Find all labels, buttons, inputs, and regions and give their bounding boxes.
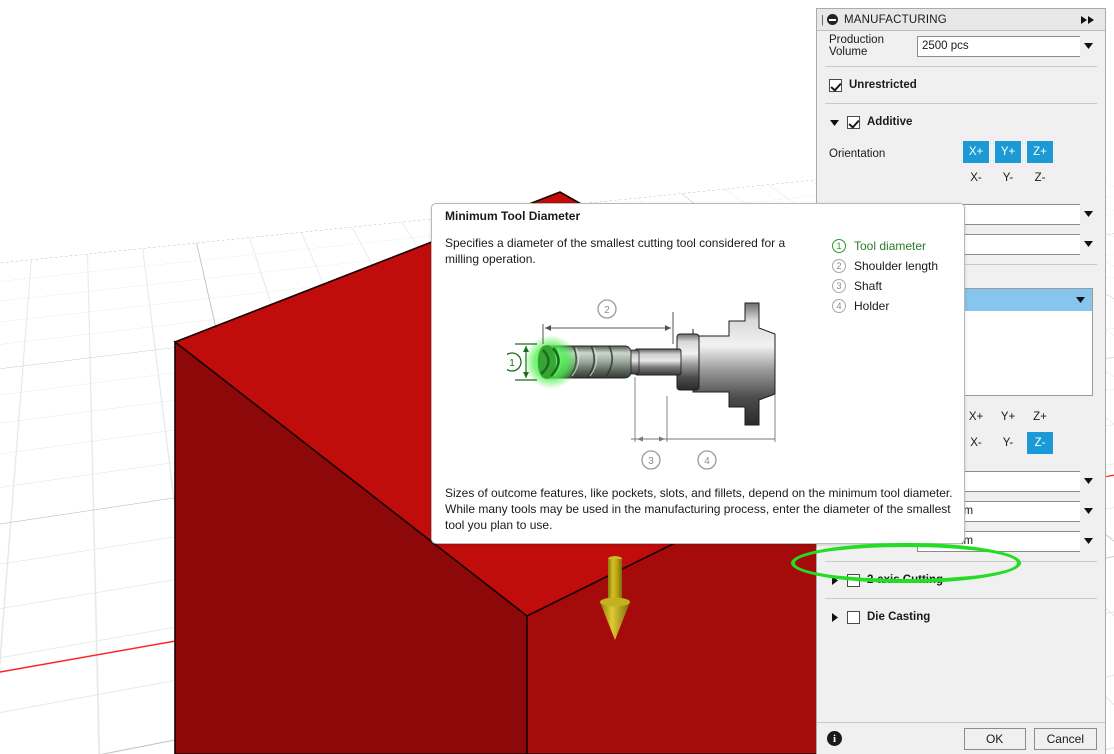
- machining-orientation-y-minus-button[interactable]: Y-: [995, 432, 1021, 454]
- machining-orientation-z-plus-button[interactable]: Z+: [1027, 406, 1053, 428]
- die-casting-checkbox[interactable]: [847, 610, 860, 624]
- panel-title: MANUFACTURING: [844, 13, 947, 26]
- two-axis-cutting-checkbox[interactable]: [847, 573, 860, 587]
- orientation-x-plus-button[interactable]: X+: [963, 141, 989, 163]
- chevron-down-icon[interactable]: [1080, 530, 1097, 552]
- additive-label: Additive: [867, 116, 913, 128]
- triangle-right-icon[interactable]: [829, 612, 840, 623]
- orientation-z-minus-button[interactable]: Z-: [1027, 167, 1053, 189]
- divider: [825, 598, 1097, 599]
- die-casting-label: Die Casting: [867, 611, 931, 623]
- tool-shaft: [634, 348, 682, 376]
- triangle-right-icon[interactable]: [829, 575, 840, 586]
- chevron-down-icon[interactable]: [1080, 470, 1097, 492]
- orientation-negative-line: X- Y- Z-: [963, 167, 1053, 189]
- info-icon[interactable]: i: [827, 731, 842, 746]
- production-volume-row: Production Volume: [817, 31, 1105, 61]
- orientation-buttons: X+ Y+ Z+ X- Y- Z-: [963, 141, 1053, 189]
- unrestricted-label: Unrestricted: [849, 79, 917, 91]
- chevron-down-icon[interactable]: [1080, 500, 1097, 522]
- cancel-button[interactable]: Cancel: [1033, 727, 1097, 750]
- triangle-down-icon[interactable]: [829, 117, 840, 128]
- legend-label-2: Shoulder length: [854, 259, 939, 273]
- orientation-y-plus-button[interactable]: Y+: [995, 141, 1021, 163]
- callout-3-text: 3: [648, 456, 654, 467]
- callout-4-text: 4: [704, 456, 710, 467]
- collapse-minus-icon[interactable]: [827, 14, 838, 25]
- tooltip-title: Minimum Tool Diameter: [445, 209, 581, 223]
- downward-arrow-marker[interactable]: [596, 552, 634, 647]
- additive-checkbox[interactable]: [847, 115, 860, 129]
- divider: [825, 561, 1097, 562]
- legend-label-4: Holder: [854, 299, 890, 313]
- legend-number-1: 1: [832, 239, 846, 253]
- chevron-down-icon[interactable]: [1080, 233, 1097, 255]
- tooltip-description: Specifies a diameter of the smallest cut…: [445, 236, 786, 266]
- help-tooltip: Minimum Tool Diameter Specifies a diamet…: [431, 203, 965, 544]
- screen: | MANUFACTURING Production Volume 2500 p…: [0, 0, 1114, 754]
- machining-orientation-z-minus-button[interactable]: Z-: [1027, 432, 1053, 454]
- machining-orientation-buttons: X+ Y+ Z+ X- Y- Z-: [963, 406, 1053, 454]
- panel-footer: i OK Cancel: [817, 722, 1105, 754]
- chevron-down-icon[interactable]: [1080, 203, 1097, 225]
- additive-row[interactable]: Additive: [817, 109, 1105, 135]
- production-volume-field[interactable]: [917, 35, 1097, 57]
- ok-button[interactable]: OK: [963, 727, 1026, 750]
- production-volume-input[interactable]: [917, 35, 1080, 57]
- tooltip-bottom-text: Sizes of outcome features, like pockets,…: [445, 486, 953, 532]
- orientation-x-minus-button[interactable]: X-: [963, 167, 989, 189]
- legend-item-shoulder-length: 2 Shoulder length: [832, 256, 938, 276]
- panel-grip[interactable]: |: [821, 14, 826, 26]
- legend-label-1: Tool diameter: [854, 239, 927, 253]
- chevron-down-icon[interactable]: [1076, 294, 1088, 306]
- production-volume-label: Production Volume: [829, 34, 884, 58]
- legend-number-2: 2: [832, 259, 846, 273]
- machining-orientation-x-plus-button[interactable]: X+: [963, 406, 989, 428]
- callout-2-text: 2: [604, 305, 610, 316]
- orientation-label: Orientation: [829, 148, 886, 160]
- chevron-down-icon[interactable]: [1080, 35, 1097, 57]
- two-axis-cutting-row[interactable]: 2-axis Cutting: [817, 567, 1105, 593]
- legend-item-tool-diameter: 1 Tool diameter: [832, 236, 938, 256]
- divider: [825, 66, 1097, 67]
- orientation-z-plus-button[interactable]: Z+: [1027, 141, 1053, 163]
- unrestricted-checkbox[interactable]: [829, 78, 842, 92]
- die-casting-row[interactable]: Die Casting: [817, 604, 1105, 630]
- machining-orientation-x-minus-button[interactable]: X-: [963, 432, 989, 454]
- unrestricted-row[interactable]: Unrestricted: [817, 72, 1105, 98]
- machining-orientation-positive-line: X+ Y+ Z+: [963, 406, 1053, 428]
- callout-1-text: 1: [509, 358, 515, 369]
- additive-orientation-row: Orientation X+ Y+ Z+ X- Y- Z-: [817, 135, 1105, 189]
- machining-orientation-negative-line: X- Y- Z-: [963, 432, 1053, 454]
- milling-tool-diagram: 1 2 3 4: [502, 282, 857, 477]
- orientation-positive-line: X+ Y+ Z+: [963, 141, 1053, 163]
- machining-orientation-y-plus-button[interactable]: Y+: [995, 406, 1021, 428]
- orientation-y-minus-button[interactable]: Y-: [995, 167, 1021, 189]
- two-axis-cutting-label: 2-axis Cutting: [867, 574, 944, 586]
- panel-header[interactable]: | MANUFACTURING: [817, 9, 1105, 31]
- tool-holder-body: [692, 302, 776, 426]
- double-chevron-right-icon[interactable]: [1080, 15, 1100, 25]
- divider: [825, 103, 1097, 104]
- legend-label-3: Shaft: [854, 279, 883, 293]
